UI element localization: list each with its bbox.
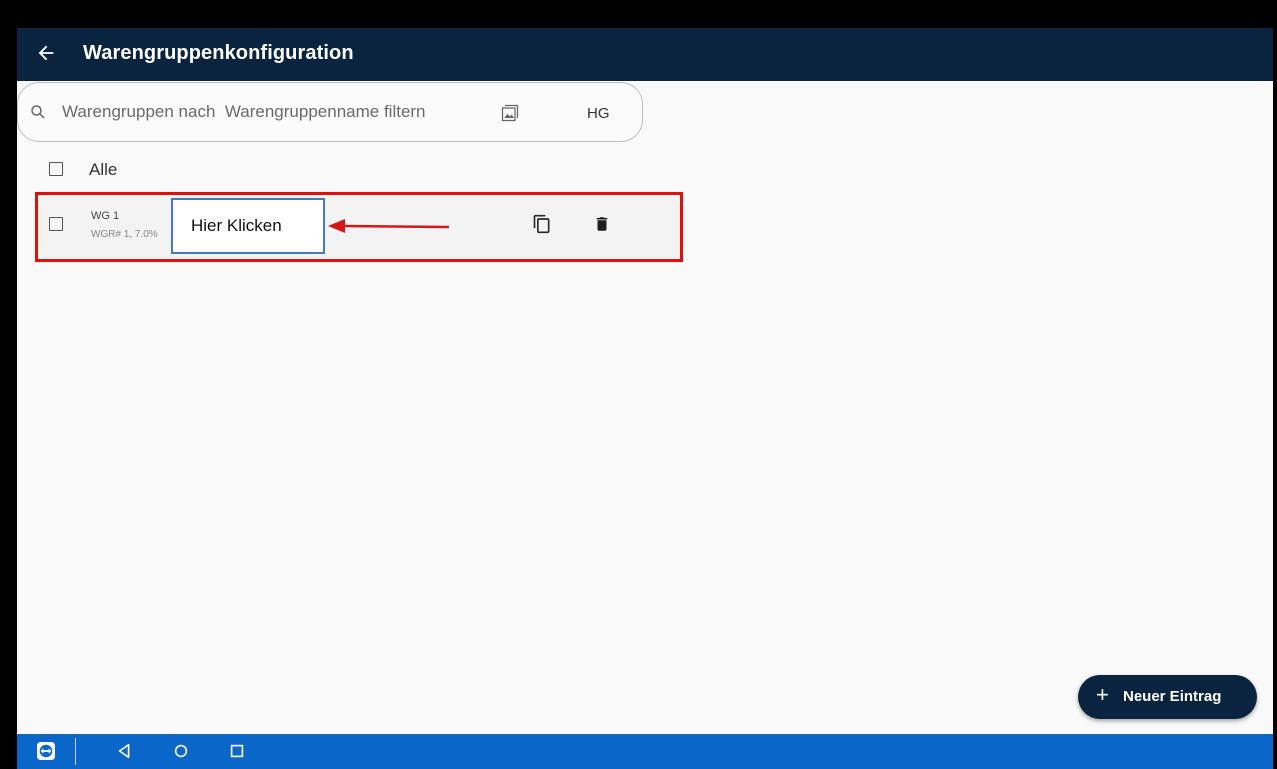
pointer-arrow bbox=[328, 219, 450, 233]
app-screen: Warengruppenkonfiguration HG Alle WG 1 W… bbox=[17, 8, 1273, 769]
callout-box: Hier Klicken bbox=[171, 198, 325, 254]
status-bar bbox=[17, 8, 1273, 28]
search-bar[interactable]: HG bbox=[17, 82, 643, 142]
nav-back-icon[interactable] bbox=[116, 742, 134, 760]
page-title: Warengruppenkonfiguration bbox=[83, 42, 354, 64]
nav-home-icon[interactable] bbox=[172, 742, 190, 760]
app-bar: Warengruppenkonfiguration bbox=[17, 28, 1273, 81]
teamviewer-icon[interactable] bbox=[37, 742, 55, 760]
arrow-left-icon[interactable] bbox=[35, 42, 57, 64]
image-icon[interactable] bbox=[500, 103, 520, 123]
nav-recents-icon[interactable] bbox=[228, 742, 246, 760]
search-input[interactable] bbox=[62, 99, 462, 125]
new-entry-button[interactable]: + Neuer Eintrag bbox=[1078, 675, 1257, 719]
new-entry-label: Neuer Eintrag bbox=[1123, 688, 1222, 705]
select-all-label: Alle bbox=[89, 160, 118, 179]
system-nav-bar bbox=[17, 734, 1273, 769]
select-all-checkbox[interactable] bbox=[49, 162, 63, 176]
hg-filter-button[interactable]: HG bbox=[587, 105, 610, 122]
nav-divider bbox=[75, 738, 76, 765]
search-icon bbox=[31, 105, 45, 119]
plus-icon: + bbox=[1096, 682, 1109, 707]
